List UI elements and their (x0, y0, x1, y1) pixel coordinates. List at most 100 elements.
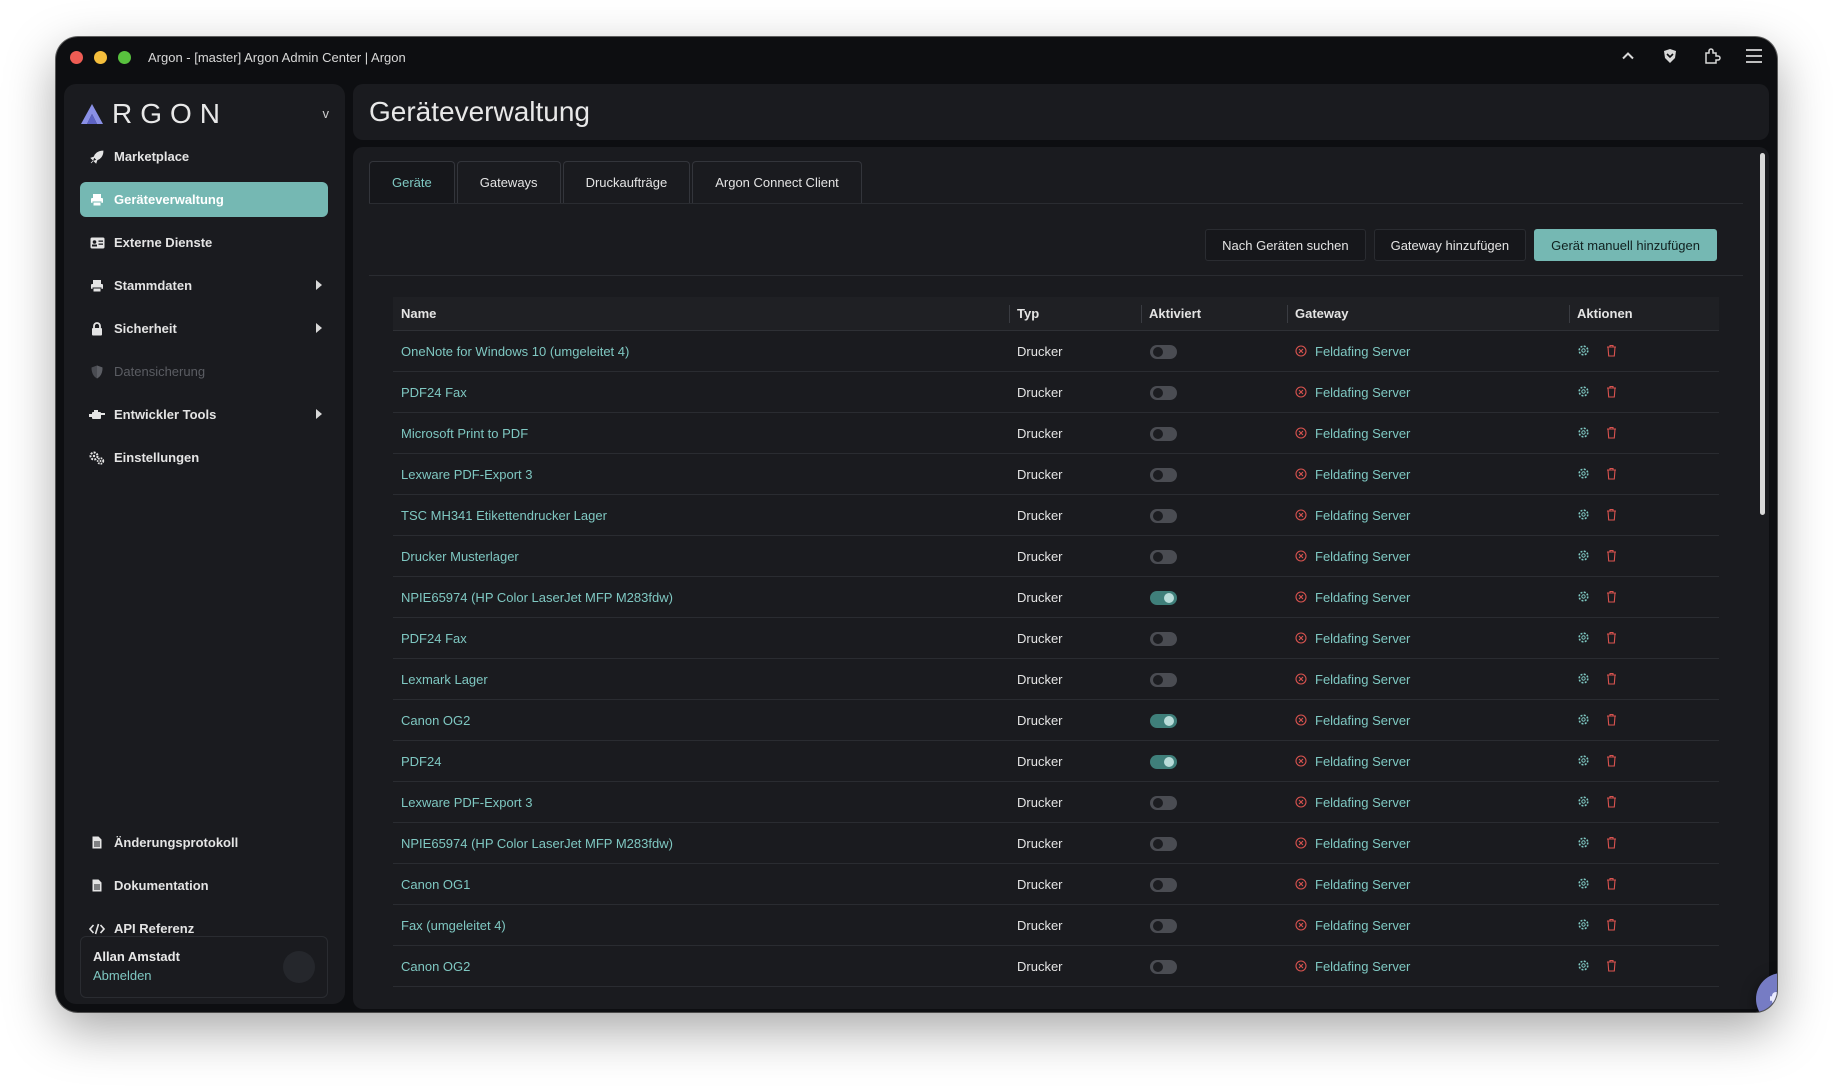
gateway-link[interactable]: Feldafing Server (1315, 754, 1410, 769)
device-name-link[interactable]: NPIE65974 (HP Color LaserJet MFP M283fdw… (393, 823, 1009, 863)
search-devices-button[interactable]: Nach Geräten suchen (1205, 229, 1366, 261)
activated-toggle[interactable] (1150, 632, 1177, 646)
menu-icon[interactable] (1743, 45, 1765, 67)
settings-gear-icon[interactable] (1577, 877, 1591, 891)
settings-gear-icon[interactable] (1577, 754, 1591, 768)
activated-toggle[interactable] (1150, 386, 1177, 400)
activated-toggle[interactable] (1150, 714, 1177, 728)
delete-trash-icon[interactable] (1606, 672, 1620, 686)
activated-toggle[interactable] (1150, 796, 1177, 810)
activated-toggle[interactable] (1150, 468, 1177, 482)
avatar[interactable] (283, 951, 315, 983)
activated-toggle[interactable] (1150, 755, 1177, 769)
settings-gear-icon[interactable] (1577, 549, 1591, 563)
delete-trash-icon[interactable] (1606, 754, 1620, 768)
device-name-link[interactable]: OneNote for Windows 10 (umgeleitet 4) (393, 331, 1009, 371)
gateway-link[interactable]: Feldafing Server (1315, 918, 1410, 933)
settings-gear-icon[interactable] (1577, 508, 1591, 522)
column-header-name[interactable]: Name (393, 297, 1009, 330)
sidebar-item-einstellungen[interactable]: Einstellungen (80, 440, 328, 475)
delete-trash-icon[interactable] (1606, 959, 1620, 973)
settings-gear-icon[interactable] (1577, 713, 1591, 727)
device-name-link[interactable]: NPIE65974 (HP Color LaserJet MFP M283fdw… (393, 577, 1009, 617)
gateway-link[interactable]: Feldafing Server (1315, 426, 1410, 441)
gateway-link[interactable]: Feldafing Server (1315, 713, 1410, 728)
chevron-up-icon[interactable] (1617, 45, 1639, 67)
activated-toggle[interactable] (1150, 509, 1177, 523)
gateway-link[interactable]: Feldafing Server (1315, 836, 1410, 851)
device-name-link[interactable]: PDF24 Fax (393, 372, 1009, 412)
gateway-link[interactable]: Feldafing Server (1315, 795, 1410, 810)
column-header-typ[interactable]: Typ (1009, 297, 1141, 330)
delete-trash-icon[interactable] (1606, 549, 1620, 563)
tab-gateways[interactable]: Gateways (456, 161, 561, 203)
activated-toggle[interactable] (1150, 427, 1177, 441)
settings-gear-icon[interactable] (1577, 672, 1591, 686)
device-name-link[interactable]: Microsoft Print to PDF (393, 413, 1009, 453)
activated-toggle[interactable] (1150, 345, 1177, 359)
sidebar-item-dokumentation[interactable]: Dokumentation (80, 868, 328, 903)
delete-trash-icon[interactable] (1606, 795, 1620, 809)
device-name-link[interactable]: Lexware PDF-Export 3 (393, 782, 1009, 822)
gateway-link[interactable]: Feldafing Server (1315, 590, 1410, 605)
delete-trash-icon[interactable] (1606, 918, 1620, 932)
activated-toggle[interactable] (1150, 837, 1177, 851)
delete-trash-icon[interactable] (1606, 467, 1620, 481)
settings-gear-icon[interactable] (1577, 590, 1591, 604)
column-header-aktiviert[interactable]: Aktiviert (1141, 297, 1287, 330)
sidebar-item-stammdaten[interactable]: Stammdaten (80, 268, 328, 303)
add-device-button[interactable]: Gerät manuell hinzufügen (1534, 229, 1717, 261)
activated-toggle[interactable] (1150, 878, 1177, 892)
delete-trash-icon[interactable] (1606, 877, 1620, 891)
scrollbar[interactable] (1760, 153, 1765, 515)
brave-shield-icon[interactable] (1659, 45, 1681, 67)
settings-gear-icon[interactable] (1577, 385, 1591, 399)
add-gateway-button[interactable]: Gateway hinzufügen (1373, 229, 1527, 261)
gateway-link[interactable]: Feldafing Server (1315, 672, 1410, 687)
delete-trash-icon[interactable] (1606, 713, 1620, 727)
tab-argon-connect-client[interactable]: Argon Connect Client (692, 161, 862, 203)
gateway-link[interactable]: Feldafing Server (1315, 877, 1410, 892)
extensions-icon[interactable] (1701, 45, 1723, 67)
sidebar-item-sicherheit[interactable]: Sicherheit (80, 311, 328, 346)
settings-gear-icon[interactable] (1577, 467, 1591, 481)
device-name-link[interactable]: Lexmark Lager (393, 659, 1009, 699)
device-name-link[interactable]: Canon OG1 (393, 864, 1009, 904)
device-name-link[interactable]: Canon OG2 (393, 946, 1009, 986)
logout-link[interactable]: Abmelden (93, 968, 315, 983)
maximize-window-button[interactable] (118, 50, 131, 64)
activated-toggle[interactable] (1150, 673, 1177, 687)
delete-trash-icon[interactable] (1606, 426, 1620, 440)
gateway-link[interactable]: Feldafing Server (1315, 385, 1410, 400)
device-name-link[interactable]: Lexware PDF-Export 3 (393, 454, 1009, 494)
sidebar-item-marketplace[interactable]: Marketplace (80, 139, 328, 174)
sidebar-item-geraeteverwaltung[interactable]: Geräteverwaltung (80, 182, 328, 217)
settings-gear-icon[interactable] (1577, 344, 1591, 358)
device-name-link[interactable]: PDF24 Fax (393, 618, 1009, 658)
sidebar-item-entwickler-tools[interactable]: Entwickler Tools (80, 397, 328, 432)
gateway-link[interactable]: Feldafing Server (1315, 959, 1410, 974)
device-name-link[interactable]: Canon OG2 (393, 700, 1009, 740)
column-header-gateway[interactable]: Gateway (1287, 297, 1569, 330)
settings-gear-icon[interactable] (1577, 959, 1591, 973)
delete-trash-icon[interactable] (1606, 508, 1620, 522)
gateway-link[interactable]: Feldafing Server (1315, 344, 1410, 359)
gateway-link[interactable]: Feldafing Server (1315, 467, 1410, 482)
delete-trash-icon[interactable] (1606, 631, 1620, 645)
delete-trash-icon[interactable] (1606, 836, 1620, 850)
argon-logo[interactable]: RGON (80, 98, 228, 130)
minimize-window-button[interactable] (94, 50, 107, 64)
device-name-link[interactable]: Fax (umgeleitet 4) (393, 905, 1009, 945)
device-name-link[interactable]: TSC MH341 Etikettendrucker Lager (393, 495, 1009, 535)
gateway-link[interactable]: Feldafing Server (1315, 631, 1410, 646)
activated-toggle[interactable] (1150, 960, 1177, 974)
sidebar-item-externe-dienste[interactable]: Externe Dienste (80, 225, 328, 260)
device-name-link[interactable]: PDF24 (393, 741, 1009, 781)
activated-toggle[interactable] (1150, 919, 1177, 933)
sidebar-item-aenderungsprotokoll[interactable]: Änderungsprotokoll (80, 825, 328, 860)
tab-geraete[interactable]: Geräte (369, 161, 455, 203)
settings-gear-icon[interactable] (1577, 836, 1591, 850)
device-name-link[interactable]: Drucker Musterlager (393, 536, 1009, 576)
settings-gear-icon[interactable] (1577, 426, 1591, 440)
activated-toggle[interactable] (1150, 591, 1177, 605)
